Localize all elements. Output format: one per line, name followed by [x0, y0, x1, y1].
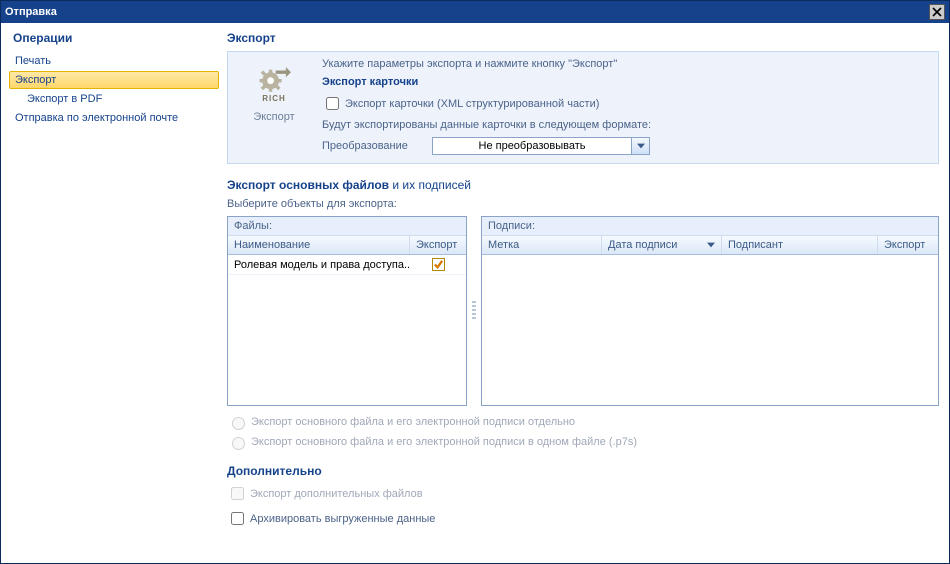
- card-export-checkbox-row: Экспорт карточки (XML структурированной …: [322, 94, 932, 113]
- sidebar: Операции Печать Экспорт Экспорт в PDF От…: [1, 23, 221, 563]
- archive-checkbox[interactable]: [231, 512, 244, 525]
- close-button[interactable]: [929, 4, 945, 20]
- nav-print[interactable]: Печать: [9, 52, 219, 70]
- file-name-cell: Ролевая модель и права доступа...: [228, 255, 410, 274]
- col-file-name[interactable]: Наименование: [228, 236, 410, 254]
- extra-title: Дополнительно: [227, 464, 939, 478]
- card-desc: Будут экспортированы данные карточки в с…: [322, 119, 932, 131]
- col-file-export[interactable]: Экспорт: [410, 236, 466, 254]
- card-section-title: Экспорт карточки: [322, 76, 932, 88]
- col-sig-signer[interactable]: Подписант: [722, 236, 878, 254]
- radio-separate[interactable]: [232, 417, 245, 430]
- extra-files-checkbox[interactable]: [231, 487, 244, 500]
- close-icon: [932, 7, 942, 17]
- col-sig-date-label: Дата подписи: [608, 239, 677, 251]
- transform-dropdown-button[interactable]: [632, 137, 650, 155]
- transform-input[interactable]: [432, 137, 632, 155]
- sort-desc-icon: [707, 239, 715, 251]
- archive-row: Архивировать выгруженные данные: [227, 509, 939, 528]
- nav-export[interactable]: Экспорт: [9, 71, 219, 89]
- sigs-grid-body: [482, 255, 938, 405]
- card-export-checkbox-label: Экспорт карточки (XML структурированной …: [345, 98, 599, 110]
- lists-container: Файлы: Наименование Экспорт Ролевая моде…: [227, 216, 939, 406]
- files-section-title-b: и их подписей: [389, 178, 471, 192]
- files-subdesc: Выберите объекты для экспорта:: [227, 198, 939, 210]
- card-export-checkbox[interactable]: [326, 97, 339, 110]
- window: Отправка Операции Печать Экспорт Экспорт…: [0, 0, 950, 564]
- extra-files-row: Экспорт дополнительных файлов: [227, 484, 939, 503]
- sigs-grid-header: Метка Дата подписи Подписант Экспорт: [482, 236, 938, 255]
- files-section-title-a: Экспорт основных файлов: [227, 178, 389, 192]
- export-card-block: RICH Экспорт Укажите параметры экспорта …: [227, 51, 939, 164]
- table-row[interactable]: Ролевая модель и права доступа...: [228, 255, 466, 275]
- sidebar-title: Операции: [9, 29, 219, 51]
- sigs-panel-title: Подписи:: [482, 217, 938, 236]
- files-section-title: Экспорт основных файлов и их подписей: [227, 178, 939, 192]
- export-hint: Укажите параметры экспорта и нажмите кно…: [322, 58, 932, 70]
- files-grid-body: Ролевая модель и права доступа...: [228, 255, 466, 405]
- nav-export-pdf[interactable]: Экспорт в PDF: [9, 90, 219, 108]
- radio-p7s-row: Экспорт основного файла и его электронно…: [227, 434, 939, 450]
- archive-label: Архивировать выгруженные данные: [250, 513, 435, 525]
- export-icon-box: RICH Экспорт: [234, 58, 314, 157]
- files-panel: Файлы: Наименование Экспорт Ролевая моде…: [227, 216, 467, 406]
- checked-icon: [432, 258, 445, 271]
- col-sig-export[interactable]: Экспорт: [878, 236, 938, 254]
- radio-separate-label: Экспорт основного файла и его электронно…: [251, 416, 575, 428]
- window-title: Отправка: [5, 6, 57, 18]
- nav-send-email[interactable]: Отправка по электронной почте: [9, 109, 219, 127]
- transform-label: Преобразование: [322, 140, 432, 152]
- gear-arrow-icon: [257, 62, 291, 96]
- chevron-down-icon: [637, 143, 645, 149]
- icon-caption: Экспорт: [253, 111, 294, 123]
- titlebar: Отправка: [1, 1, 949, 23]
- signatures-panel: Подписи: Метка Дата подписи Подписант Эк…: [481, 216, 939, 406]
- icon-tag: RICH: [262, 94, 286, 103]
- extra-files-label: Экспорт дополнительных файлов: [250, 488, 423, 500]
- transform-row: Преобразование: [322, 137, 932, 155]
- col-sig-mark[interactable]: Метка: [482, 236, 602, 254]
- splitter-handle[interactable]: [471, 216, 477, 406]
- radio-separate-row: Экспорт основного файла и его электронно…: [227, 414, 939, 430]
- file-export-cell[interactable]: [410, 255, 466, 274]
- files-grid-header: Наименование Экспорт: [228, 236, 466, 255]
- transform-combo: [432, 137, 650, 155]
- files-panel-title: Файлы:: [228, 217, 466, 236]
- page-title: Экспорт: [227, 29, 939, 51]
- main-pane: Экспорт RIC: [221, 23, 949, 563]
- col-sig-date[interactable]: Дата подписи: [602, 236, 722, 254]
- radio-p7s[interactable]: [232, 437, 245, 450]
- radio-p7s-label: Экспорт основного файла и его электронно…: [251, 436, 637, 448]
